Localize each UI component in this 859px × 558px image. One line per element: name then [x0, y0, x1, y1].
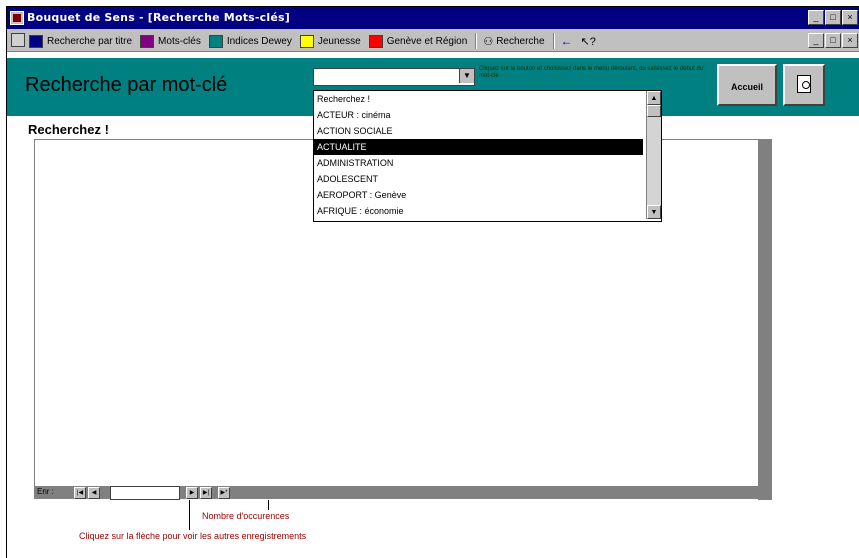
new-record-icon[interactable]: ▶* [218, 487, 230, 499]
scroll-thumb[interactable] [647, 105, 661, 117]
blue-square-icon [29, 34, 43, 48]
combo-hint-text: Cliquez sur le bouton et choisissez dans… [479, 66, 704, 79]
document-controls: _ □ × [808, 33, 859, 48]
panel-shadow [758, 139, 772, 500]
window-controls: _ □ × [808, 10, 859, 25]
dropdown-item-selected[interactable]: ACTUALITE [314, 139, 643, 155]
binoculars-icon: ⚇ [483, 35, 494, 48]
previous-record-icon[interactable]: ◀ [88, 487, 100, 499]
next-record-icon[interactable]: ▶ [186, 487, 198, 499]
menu-label: Genève et Région [386, 35, 468, 47]
system-menu-icon[interactable] [11, 33, 25, 47]
menu-items: Recherche par titre Mots-clés Indices De… [29, 33, 600, 49]
menu-separator [475, 33, 478, 49]
menu-item-geneve-et-region[interactable]: Genève et Région [368, 34, 468, 48]
dropdown-scrollbar[interactable]: ▲ ▼ [646, 91, 661, 219]
section-title: Recherchez ! [28, 122, 109, 137]
callout-line-arrows [189, 500, 190, 530]
menu-bar: Recherche par titre Mots-clés Indices De… [7, 29, 859, 52]
menu-label: Indices Dewey [226, 35, 292, 47]
menu-label: Recherche [496, 35, 545, 47]
dropdown-item[interactable]: AFRIQUE : économie [314, 203, 643, 219]
menu-label: Jeunesse [317, 35, 361, 47]
callout-line-occurrences [268, 500, 269, 510]
arrow-hint-callout: Cliquez sur la flèche pour voir les autr… [79, 531, 307, 541]
doc-minimize-button[interactable]: _ [808, 33, 824, 48]
red-square-icon [368, 34, 383, 48]
doc-close-button[interactable]: × [842, 33, 858, 48]
accueil-button[interactable]: Accueil [717, 64, 777, 106]
scroll-down-icon[interactable]: ▼ [647, 205, 661, 219]
minimize-button[interactable]: _ [808, 10, 824, 25]
teal-square-icon [208, 34, 223, 48]
window-title: Bouquet de Sens - [Recherche Mots-clés] [27, 11, 291, 24]
last-record-icon[interactable]: ▶| [200, 487, 212, 499]
purple-square-icon [140, 34, 155, 48]
dropdown-item[interactable]: ACTION SOCIALE [314, 123, 643, 139]
close-button[interactable]: × [842, 10, 858, 25]
menu-item-recherche-par-titre[interactable]: Recherche par titre [29, 34, 133, 48]
record-label: Enr : [37, 487, 54, 496]
keyword-combo-box[interactable]: ▼ [313, 68, 475, 86]
dropdown-item[interactable]: ACTEUR : cinéma [314, 107, 643, 123]
dropdown-item[interactable]: ADOLESCENT [314, 171, 643, 187]
scroll-up-icon[interactable]: ▲ [647, 91, 661, 105]
print-preview-button[interactable] [783, 64, 825, 106]
keyword-dropdown-list[interactable]: Recherchez ! ACTEUR : cinéma ACTION SOCI… [313, 90, 662, 222]
menu-item-jeunesse[interactable]: Jeunesse [299, 34, 361, 48]
menu-item-recherche[interactable]: ⚇ Recherche [483, 35, 544, 48]
occurrences-callout: Nombre d'occurences [202, 511, 290, 521]
doc-restore-button[interactable]: □ [825, 33, 841, 48]
record-number-field[interactable] [110, 486, 180, 500]
access-app-icon[interactable] [10, 11, 24, 25]
first-record-icon[interactable]: |◀ [74, 487, 86, 499]
yellow-square-icon [299, 34, 314, 48]
back-arrow-icon[interactable]: ← [561, 34, 573, 48]
print-preview-icon [797, 75, 811, 93]
maximize-button[interactable]: □ [825, 10, 841, 25]
dropdown-item[interactable]: Recherchez ! [314, 91, 643, 107]
page-title: Recherche par mot-clé [25, 74, 228, 96]
record-navigation-bar: Enr : |◀ ◀ ▶ ▶| ▶* [34, 486, 772, 500]
menu-item-mots-cles[interactable]: Mots-clés [140, 34, 201, 48]
dropdown-item[interactable]: ADMINISTRATION [314, 155, 643, 171]
menu-item-indices-dewey[interactable]: Indices Dewey [208, 34, 292, 48]
menu-label: Mots-clés [158, 35, 201, 47]
menu-label: Recherche par titre [47, 35, 133, 47]
title-bar: Bouquet de Sens - [Recherche Mots-clés] … [7, 7, 859, 29]
menu-separator [552, 33, 555, 49]
dropdown-item[interactable]: AEROPORT : Genève [314, 187, 643, 203]
help-cursor-icon[interactable]: ↖? [581, 35, 596, 48]
combo-dropdown-arrow-icon[interactable]: ▼ [459, 69, 474, 83]
